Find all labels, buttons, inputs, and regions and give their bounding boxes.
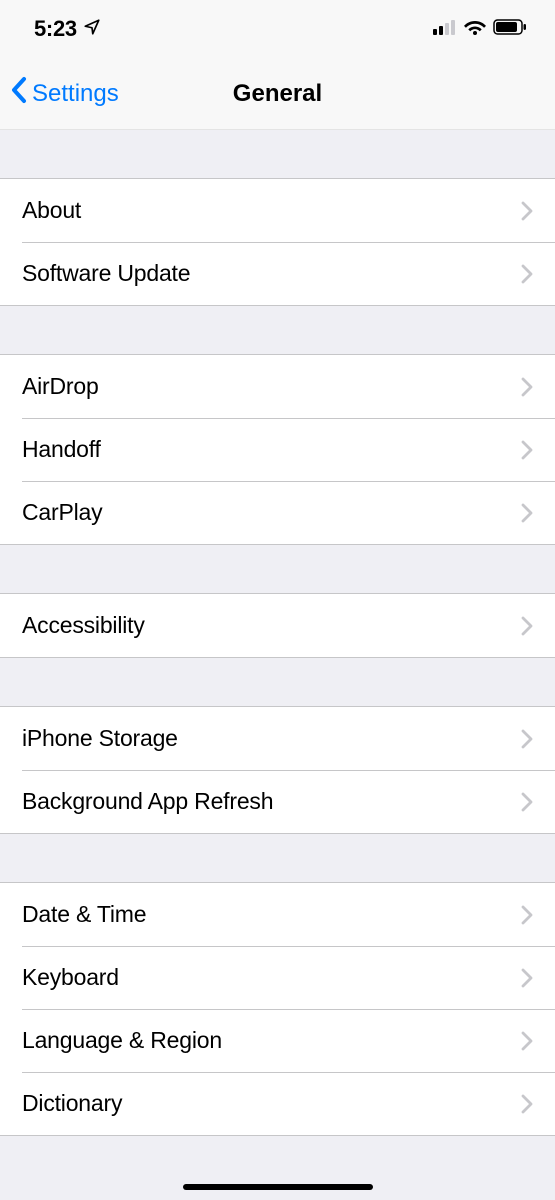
row-label: Language & Region: [22, 1027, 222, 1054]
row-carplay[interactable]: CarPlay: [0, 481, 555, 544]
chevron-right-icon: [521, 1094, 533, 1114]
row-software-update[interactable]: Software Update: [0, 242, 555, 305]
row-label: About: [22, 197, 81, 224]
chevron-right-icon: [521, 792, 533, 812]
chevron-right-icon: [521, 729, 533, 749]
group-spacer: [0, 658, 555, 706]
row-label: Keyboard: [22, 964, 119, 991]
group-spacer: [0, 306, 555, 354]
chevron-right-icon: [521, 968, 533, 988]
chevron-right-icon: [521, 503, 533, 523]
location-icon: [83, 16, 101, 42]
wifi-icon: [464, 19, 486, 40]
settings-group: About Software Update: [0, 178, 555, 306]
row-background-app-refresh[interactable]: Background App Refresh: [0, 770, 555, 833]
chevron-right-icon: [521, 440, 533, 460]
row-label: Accessibility: [22, 612, 145, 639]
battery-icon: [493, 19, 527, 40]
row-date-time[interactable]: Date & Time: [0, 883, 555, 946]
status-bar: 5:23: [0, 0, 555, 58]
chevron-right-icon: [521, 264, 533, 284]
home-indicator[interactable]: [183, 1184, 373, 1190]
status-right: [433, 19, 527, 40]
chevron-right-icon: [521, 201, 533, 221]
row-label: iPhone Storage: [22, 725, 178, 752]
chevron-right-icon: [521, 1031, 533, 1051]
back-button[interactable]: Settings: [0, 76, 119, 111]
row-label: Handoff: [22, 436, 101, 463]
row-airdrop[interactable]: AirDrop: [0, 355, 555, 418]
row-dictionary[interactable]: Dictionary: [0, 1072, 555, 1135]
row-label: CarPlay: [22, 499, 102, 526]
status-time: 5:23: [34, 16, 77, 42]
row-accessibility[interactable]: Accessibility: [0, 594, 555, 657]
settings-group: Date & Time Keyboard Language & Region Dict…: [0, 882, 555, 1136]
content[interactable]: About Software Update AirDrop Handoff CarPla…: [0, 130, 555, 1200]
chevron-left-icon: [10, 76, 28, 111]
status-left: 5:23: [34, 16, 101, 42]
group-spacer: [0, 545, 555, 593]
settings-group: iPhone Storage Background App Refresh: [0, 706, 555, 834]
chevron-right-icon: [521, 377, 533, 397]
screen: 5:23: [0, 0, 555, 1200]
row-label: Date & Time: [22, 901, 146, 928]
row-label: Dictionary: [22, 1090, 122, 1117]
row-iphone-storage[interactable]: iPhone Storage: [0, 707, 555, 770]
settings-group: Accessibility: [0, 593, 555, 658]
row-label: Software Update: [22, 260, 190, 287]
row-keyboard[interactable]: Keyboard: [0, 946, 555, 1009]
row-handoff[interactable]: Handoff: [0, 418, 555, 481]
group-spacer: [0, 130, 555, 178]
chevron-right-icon: [521, 905, 533, 925]
chevron-right-icon: [521, 616, 533, 636]
cellular-icon: [433, 19, 457, 40]
settings-group: AirDrop Handoff CarPlay: [0, 354, 555, 545]
row-language-region[interactable]: Language & Region: [0, 1009, 555, 1072]
nav-bar: Settings General: [0, 58, 555, 130]
group-spacer: [0, 834, 555, 882]
row-label: Background App Refresh: [22, 788, 273, 815]
row-about[interactable]: About: [0, 179, 555, 242]
back-label: Settings: [32, 80, 119, 108]
row-label: AirDrop: [22, 373, 99, 400]
